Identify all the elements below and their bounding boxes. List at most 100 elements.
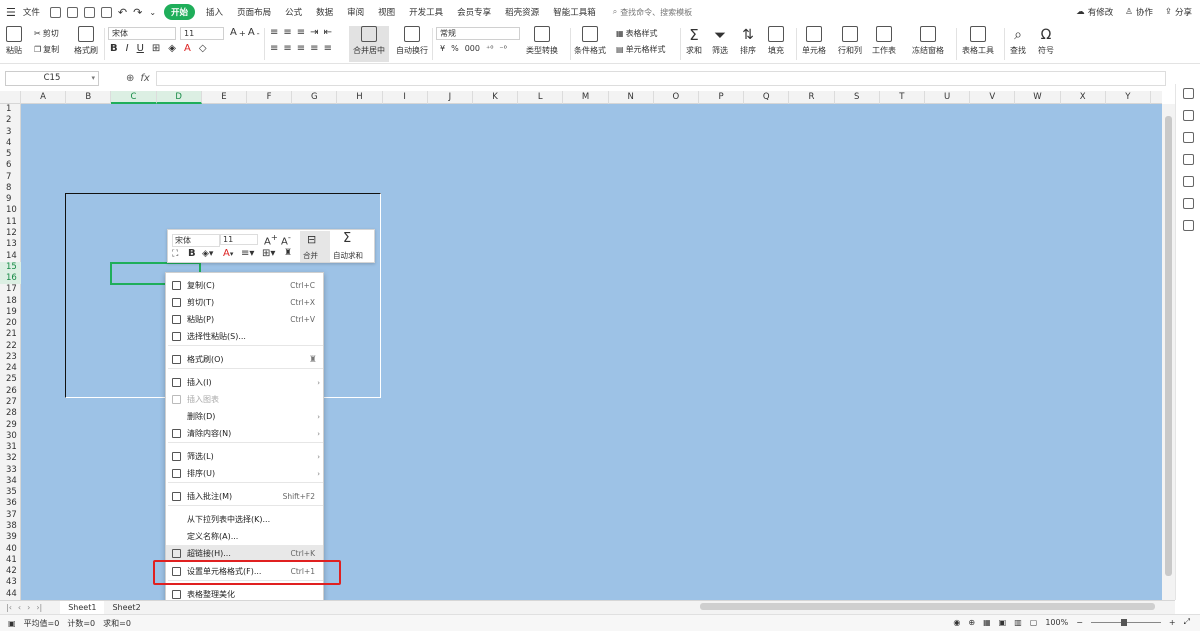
- row-header-35[interactable]: 35: [0, 487, 21, 498]
- zoom-slider[interactable]: [1090, 618, 1161, 626]
- tab-data[interactable]: 数据: [316, 6, 333, 18]
- row-header-44[interactable]: 44: [0, 589, 21, 600]
- column-header-c[interactable]: C: [111, 91, 157, 104]
- tab-formulas[interactable]: 公式: [285, 6, 302, 18]
- freeze-panes-button[interactable]: 冻结窗格: [912, 26, 944, 56]
- row-header-17[interactable]: 17: [0, 284, 21, 295]
- row-header-1[interactable]: 1: [0, 104, 21, 115]
- column-header-p[interactable]: P: [699, 91, 745, 104]
- print-preview-icon[interactable]: [100, 6, 112, 18]
- format-painter-icon[interactable]: ♜: [309, 355, 317, 365]
- number-format-buttons[interactable]: ¥% 000 ⁺⁰ ⁻⁰: [440, 44, 507, 53]
- row-header-15[interactable]: 15: [0, 261, 21, 274]
- mini-size-select[interactable]: 11: [220, 234, 258, 245]
- row-header-2[interactable]: 2: [0, 115, 21, 126]
- increase-decimal-icon[interactable]: ⁺⁰: [486, 44, 493, 53]
- mini-font-grow-icon[interactable]: A+ A-: [264, 232, 291, 247]
- currency-button[interactable]: ¥: [440, 44, 445, 53]
- row-header-18[interactable]: 18: [0, 296, 21, 307]
- sheet-tab-2[interactable]: Sheet2: [104, 603, 148, 612]
- column-header-q[interactable]: Q: [744, 91, 790, 104]
- indent-icon[interactable]: ⇥: [310, 27, 318, 38]
- select-all-corner[interactable]: [0, 91, 21, 104]
- row-header-5[interactable]: 5: [0, 149, 21, 160]
- zoom-level[interactable]: 100%: [1045, 618, 1068, 627]
- formula-input[interactable]: [155, 70, 1166, 86]
- mini-border-icon[interactable]: ⊞▾: [262, 248, 275, 259]
- row-header-24[interactable]: 24: [0, 363, 21, 374]
- mini-format-painter-icon[interactable]: ♜: [284, 248, 292, 258]
- share-button[interactable]: ⇪ 分享: [1165, 6, 1192, 18]
- context-menu-item[interactable]: 插入图表: [166, 391, 323, 408]
- pane-help-icon[interactable]: [1183, 220, 1194, 231]
- context-menu-item[interactable]: 从下拉列表中选择(K)...: [166, 511, 323, 528]
- thousands-button[interactable]: 000: [465, 44, 480, 53]
- column-header-r[interactable]: R: [789, 91, 835, 104]
- format-painter-button[interactable]: 格式刷: [74, 26, 98, 56]
- fill-button[interactable]: 填充: [768, 26, 784, 56]
- row-header-20[interactable]: 20: [0, 318, 21, 329]
- font-color-icon[interactable]: A: [184, 43, 191, 54]
- outdent-icon[interactable]: ⇤: [324, 27, 332, 38]
- mini-autosum-label[interactable]: 自动求和: [333, 250, 363, 261]
- zoom-in-icon[interactable]: +: [1169, 618, 1176, 627]
- row-header-13[interactable]: 13: [0, 239, 21, 250]
- row-header-21[interactable]: 21: [0, 329, 21, 340]
- column-header-v[interactable]: V: [970, 91, 1016, 104]
- table-style-button[interactable]: ▦ 表格样式: [616, 28, 658, 39]
- context-menu-item[interactable]: 粘贴(P) Ctrl+V: [166, 311, 323, 328]
- paste-button[interactable]: 粘贴: [6, 26, 22, 56]
- justify-icon[interactable]: ≡: [310, 43, 318, 54]
- tab-developer[interactable]: 开发工具: [409, 6, 443, 18]
- decrease-decimal-icon[interactable]: ⁻⁰: [499, 44, 506, 53]
- merge-center-button[interactable]: 合并居中: [349, 26, 389, 62]
- row-header-4[interactable]: 4: [0, 138, 21, 149]
- mini-bold-button[interactable]: B: [188, 248, 196, 259]
- tab-review[interactable]: 审阅: [347, 6, 364, 18]
- zoom-slider-knob[interactable]: [1120, 618, 1127, 626]
- pane-image-icon[interactable]: [1183, 176, 1194, 187]
- collaborate-button[interactable]: ♙ 协作: [1125, 6, 1153, 18]
- table-tools-button[interactable]: 表格工具: [962, 26, 994, 56]
- page-layout-view-icon[interactable]: ▣: [999, 618, 1007, 627]
- row-header-29[interactable]: 29: [0, 420, 21, 431]
- row-header-32[interactable]: 32: [0, 453, 21, 464]
- align-bottom-row[interactable]: ≡ ≡ ≡ ≡ ≡: [270, 43, 332, 54]
- normal-view-icon[interactable]: ▦: [983, 618, 991, 627]
- context-menu-item[interactable]: 插入(I) ›: [166, 374, 323, 391]
- undo-icon[interactable]: ↶: [118, 6, 127, 19]
- tab-view[interactable]: 视图: [378, 6, 395, 18]
- redo-icon[interactable]: ↷: [133, 6, 142, 19]
- row-header-25[interactable]: 25: [0, 374, 21, 385]
- row-header-34[interactable]: 34: [0, 476, 21, 487]
- zoom-formula-icon[interactable]: ⊕: [126, 73, 134, 84]
- pane-tools-icon[interactable]: [1183, 154, 1194, 165]
- column-header-y[interactable]: Y: [1106, 91, 1151, 104]
- last-sheet-icon[interactable]: ›|: [36, 603, 42, 612]
- print-icon[interactable]: [83, 6, 95, 18]
- row-header-37[interactable]: 37: [0, 510, 21, 521]
- tab-insert[interactable]: 插入: [206, 6, 223, 18]
- row-header-12[interactable]: 12: [0, 228, 21, 239]
- column-header-f[interactable]: F: [247, 91, 293, 104]
- row-header-7[interactable]: 7: [0, 172, 21, 183]
- column-header-n[interactable]: N: [609, 91, 654, 104]
- row-header-8[interactable]: 8: [0, 183, 21, 194]
- symbol-button[interactable]: Ω 符号: [1038, 26, 1054, 56]
- worksheet-button[interactable]: 工作表: [872, 26, 896, 56]
- column-header-h[interactable]: H: [337, 91, 383, 104]
- row-header-22[interactable]: 22: [0, 341, 21, 352]
- bold-icon[interactable]: B: [110, 43, 118, 54]
- align-center-icon[interactable]: ≡: [283, 43, 291, 54]
- tab-home[interactable]: 开始: [164, 4, 196, 20]
- column-header-w[interactable]: W: [1015, 91, 1061, 104]
- italic-icon[interactable]: I: [126, 43, 129, 54]
- row-header-11[interactable]: 11: [0, 217, 21, 228]
- row-header-42[interactable]: 42: [0, 566, 21, 577]
- context-menu-item[interactable]: 删除(D) ›: [166, 408, 323, 425]
- font-style-buttons[interactable]: B I U ⊞ ◈ A ◇: [110, 43, 207, 54]
- mini-font-select[interactable]: 宋体: [172, 234, 220, 247]
- column-header-x[interactable]: X: [1061, 91, 1106, 104]
- view-mode-icon[interactable]: ⊕: [968, 618, 975, 627]
- reading-view-icon[interactable]: ▢: [1030, 618, 1038, 627]
